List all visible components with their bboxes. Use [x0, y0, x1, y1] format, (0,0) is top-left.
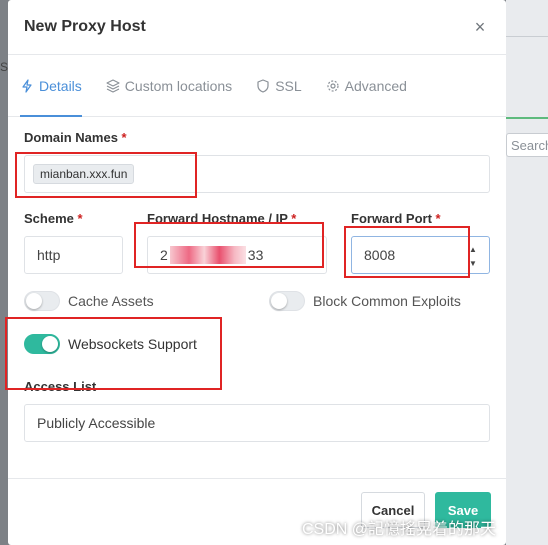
tab-details[interactable]: Details: [20, 55, 82, 117]
domain-tag[interactable]: mianban.xxx.fun: [33, 164, 135, 184]
label-text: Domain Names: [24, 130, 118, 145]
tab-label: Advanced: [344, 77, 407, 94]
tab-advanced[interactable]: Advanced: [326, 55, 407, 116]
background-search-input: Search: [506, 133, 548, 157]
hostname-suffix: 33: [247, 247, 264, 263]
label-text: Forward Hostname / IP: [147, 211, 288, 226]
cache-assets-toggle[interactable]: [24, 291, 60, 311]
modal-title: New Proxy Host: [24, 18, 146, 35]
cache-assets-label: Cache Assets: [68, 293, 154, 309]
hostname-prefix: 2: [160, 247, 168, 263]
close-icon[interactable]: ×: [470, 17, 490, 38]
block-exploits-label: Block Common Exploits: [313, 293, 461, 309]
tab-label: Custom locations: [124, 77, 233, 94]
tab-bar: Details Custom locations SSL Advanced: [8, 55, 506, 117]
scheme-input[interactable]: http: [24, 236, 123, 274]
toggle-knob: [26, 293, 42, 309]
label-text: Forward Port: [351, 211, 432, 226]
new-proxy-host-modal: New Proxy Host × Details Custom location…: [8, 0, 506, 545]
forward-hostname-label: Forward Hostname / IP *: [147, 211, 296, 226]
access-list-select[interactable]: Publicly Accessible: [24, 404, 490, 442]
toggle-knob: [42, 336, 58, 352]
redacted-hostname-blur: [169, 246, 246, 264]
scheme-value: http: [37, 247, 61, 263]
bolt-icon: [22, 78, 32, 93]
block-exploits-toggle[interactable]: [269, 291, 305, 311]
layers-icon: [106, 78, 120, 93]
gear-icon: [327, 79, 339, 92]
domain-names-input[interactable]: mianban.xxx.fun: [24, 155, 490, 193]
scheme-label: Scheme *: [24, 211, 83, 226]
spinner-up-icon[interactable]: ▲: [469, 246, 477, 254]
websockets-label: Websockets Support: [68, 336, 197, 352]
forward-port-label: Forward Port *: [351, 211, 441, 226]
tab-label: SSL: [275, 77, 302, 94]
background-divider: [506, 36, 548, 37]
watermark-text: CSDN @記憶搖晃着的那天: [302, 521, 497, 538]
background-accent-line: [506, 117, 548, 119]
background-page: [506, 0, 548, 545]
footer-divider: [8, 478, 506, 479]
tab-custom-locations[interactable]: Custom locations: [106, 55, 232, 116]
access-list-value: Publicly Accessible: [37, 415, 156, 431]
modal-header: New Proxy Host ×: [8, 0, 506, 55]
toggle-knob: [271, 293, 287, 309]
forward-port-input[interactable]: 8008 ▲ ▼: [351, 236, 490, 274]
shield-icon: [257, 78, 269, 93]
domain-names-label: Domain Names *: [24, 130, 127, 145]
tab-label: Details: [39, 77, 82, 94]
tab-ssl[interactable]: SSL: [256, 55, 302, 116]
label-text: Scheme: [24, 211, 74, 226]
spinner-down-icon[interactable]: ▼: [469, 260, 477, 268]
websockets-toggle[interactable]: [24, 334, 60, 354]
background-fragment: SS: [0, 60, 8, 74]
port-value: 8008: [364, 247, 396, 263]
forward-hostname-input[interactable]: 2 33: [147, 236, 327, 274]
required-mark: *: [121, 130, 127, 145]
number-spinner[interactable]: ▲ ▼: [469, 246, 477, 268]
access-list-label: Access List: [24, 379, 97, 394]
required-mark: *: [291, 211, 297, 226]
required-mark: *: [77, 211, 83, 226]
required-mark: *: [435, 211, 441, 226]
